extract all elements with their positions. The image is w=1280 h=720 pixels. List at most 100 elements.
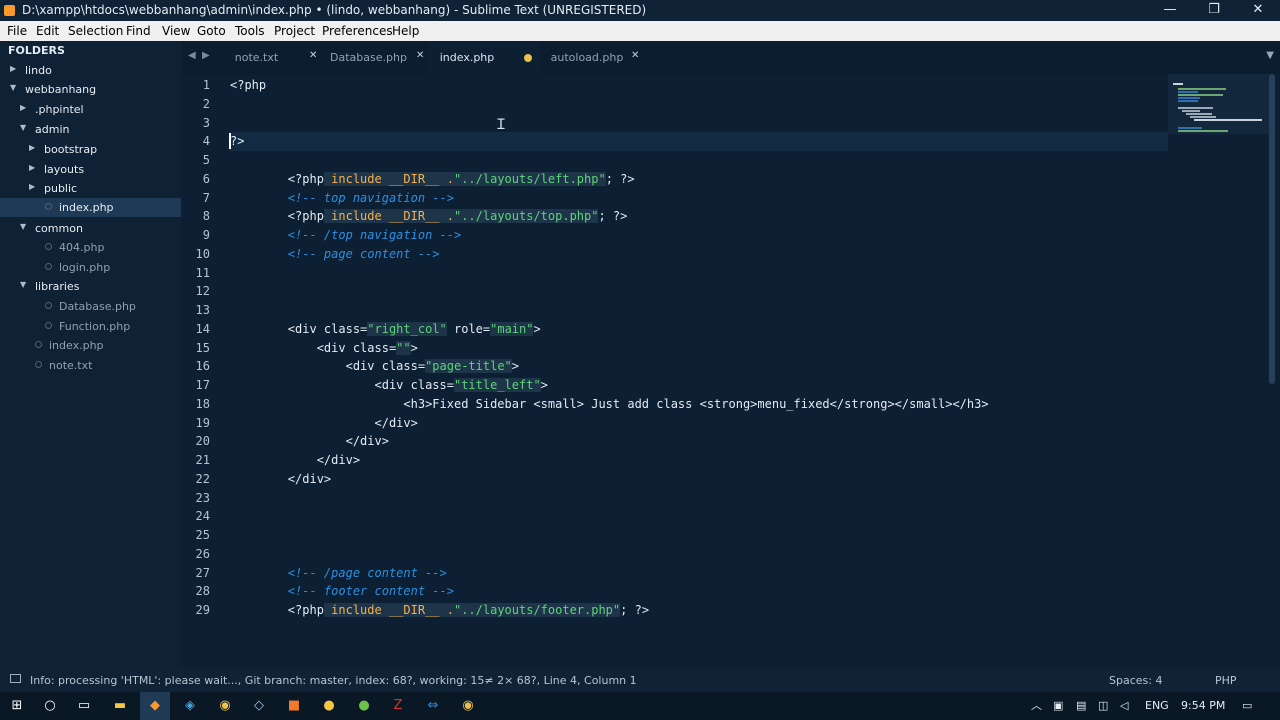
- tree-file-admin-index[interactable]: index.php: [0, 198, 181, 217]
- tab-database-php[interactable]: Database.php ✕: [322, 41, 429, 74]
- tree-folder-public[interactable]: ▶ public: [0, 179, 181, 198]
- tree-folder-admin[interactable]: ▼ admin: [0, 120, 181, 139]
- code-line[interactable]: 20 </div>: [181, 432, 1181, 451]
- task-view-icon[interactable]: ▭: [69, 692, 99, 720]
- menu-view[interactable]: View: [162, 24, 190, 38]
- expanded-arrow-icon[interactable]: ▼: [20, 222, 26, 231]
- app-icon[interactable]: ■: [279, 692, 309, 720]
- clock-time[interactable]: 9:54 PM: [1181, 692, 1225, 720]
- code-line[interactable]: 18 <h3>Fixed Sidebar <small> Just add cl…: [181, 395, 1181, 414]
- tree-file-root-index[interactable]: index.php: [0, 336, 181, 355]
- minimize-button[interactable]: —: [1148, 0, 1192, 21]
- indentation-setting[interactable]: Spaces: 4: [1109, 674, 1162, 687]
- code-line[interactable]: 11: [181, 264, 1181, 283]
- close-icon[interactable]: ✕: [416, 50, 424, 61]
- code-line[interactable]: 1 <?php: [181, 76, 1181, 95]
- expanded-arrow-icon[interactable]: ▼: [10, 83, 16, 92]
- tree-file-database[interactable]: Database.php: [0, 297, 181, 316]
- sublime-text-icon[interactable]: ◆: [140, 692, 170, 720]
- volume-icon[interactable]: ◁: [1120, 692, 1128, 720]
- menu-edit[interactable]: Edit: [36, 24, 59, 38]
- chrome-icon[interactable]: ◉: [453, 692, 483, 720]
- menu-selection[interactable]: Selection: [68, 24, 123, 38]
- tree-file-404[interactable]: 404.php: [0, 238, 181, 257]
- tree-file-login[interactable]: login.php: [0, 258, 181, 277]
- search-circle-icon[interactable]: ○: [35, 692, 65, 720]
- tray-app-icon[interactable]: ▣: [1053, 692, 1063, 720]
- code-line[interactable]: 21 </div>: [181, 451, 1181, 470]
- code-line[interactable]: 16 <div class="page-title">: [181, 357, 1181, 376]
- code-line[interactable]: 4 ?>: [181, 132, 1181, 151]
- code-line[interactable]: 17 <div class="title_left">: [181, 376, 1181, 395]
- code-line[interactable]: 2: [181, 95, 1181, 114]
- menu-file[interactable]: File: [7, 24, 27, 38]
- collapsed-arrow-icon[interactable]: ▶: [29, 182, 35, 191]
- collapsed-arrow-icon[interactable]: ▶: [29, 143, 35, 152]
- menu-preferences[interactable]: Preferences: [322, 24, 393, 38]
- tab-autoload-php[interactable]: autoload.php ✕: [539, 41, 646, 74]
- tab-list-dropdown-icon[interactable]: ▼: [1266, 50, 1274, 61]
- tree-folder-webbanhang[interactable]: ▼ webbanhang: [0, 80, 181, 99]
- tree-folder-layouts[interactable]: ▶ layouts: [0, 160, 181, 179]
- tree-folder-libraries[interactable]: ▼ libraries: [0, 277, 181, 296]
- tree-folder-common[interactable]: ▼ common: [0, 219, 181, 238]
- tab-prev-icon[interactable]: ◀: [188, 50, 196, 61]
- code-line[interactable]: 9 <!-- /top navigation -->: [181, 226, 1181, 245]
- code-line[interactable]: 7 <!-- top navigation -->: [181, 189, 1181, 208]
- action-center-icon[interactable]: ▭: [1242, 692, 1252, 720]
- teamviewer-icon[interactable]: ⇔: [418, 692, 448, 720]
- code-line[interactable]: 19 </div>: [181, 414, 1181, 433]
- minimap[interactable]: [1168, 74, 1269, 134]
- code-line[interactable]: 22 </div>: [181, 470, 1181, 489]
- app-icon[interactable]: ●: [314, 692, 344, 720]
- menu-help[interactable]: Help: [392, 24, 419, 38]
- unsaved-dot-icon[interactable]: [524, 54, 532, 62]
- code-line[interactable]: 12: [181, 282, 1181, 301]
- input-language[interactable]: ENG: [1145, 692, 1169, 720]
- windows-start-icon[interactable]: ⊞: [2, 692, 32, 720]
- code-line[interactable]: 23: [181, 489, 1181, 508]
- collapsed-arrow-icon[interactable]: ▶: [20, 103, 26, 112]
- collapsed-arrow-icon[interactable]: ▶: [29, 163, 35, 172]
- menu-project[interactable]: Project: [274, 24, 315, 38]
- app-icon[interactable]: ◇: [244, 692, 274, 720]
- code-line[interactable]: 28 <!-- footer content -->: [181, 582, 1181, 601]
- close-icon[interactable]: ✕: [631, 50, 639, 61]
- code-line[interactable]: 6 <?php include __DIR__ ."../layouts/lef…: [181, 170, 1181, 189]
- expanded-arrow-icon[interactable]: ▼: [20, 123, 26, 132]
- tab-index-php[interactable]: index.php: [429, 41, 539, 74]
- tree-folder-lindo[interactable]: ▶ lindo: [0, 61, 181, 80]
- file-explorer-icon[interactable]: ▬: [105, 692, 135, 720]
- code-line[interactable]: 3: [181, 114, 1181, 133]
- chrome-icon[interactable]: ◉: [210, 692, 240, 720]
- tree-folder-bootstrap[interactable]: ▶ bootstrap: [0, 140, 181, 159]
- code-line[interactable]: 14 <div class="right_col" role="main">: [181, 320, 1181, 339]
- syntax-setting[interactable]: PHP: [1215, 674, 1237, 687]
- code-line[interactable]: 25: [181, 526, 1181, 545]
- tray-expand-icon[interactable]: ︿: [1031, 692, 1042, 720]
- menu-tools[interactable]: Tools: [235, 24, 265, 38]
- code-line[interactable]: 24: [181, 507, 1181, 526]
- vertical-scrollbar[interactable]: [1269, 74, 1275, 384]
- code-editor[interactable]: 1 <?php 2 3 4 ?> 5 6 <?php include __DIR__ ."..…: [181, 74, 1280, 668]
- code-line[interactable]: 15 <div class="">: [181, 339, 1181, 358]
- close-icon[interactable]: ✕: [309, 50, 317, 61]
- collapsed-arrow-icon[interactable]: ▶: [10, 64, 16, 73]
- tray-app-icon[interactable]: ▤: [1076, 692, 1086, 720]
- panel-toggle-icon[interactable]: [10, 674, 21, 683]
- code-line[interactable]: 29 <?php include __DIR__ ."../layouts/fo…: [181, 601, 1181, 620]
- tray-app-icon[interactable]: ◫: [1098, 692, 1108, 720]
- tree-file-note[interactable]: note.txt: [0, 356, 181, 375]
- code-line[interactable]: 10 <!-- page content -->: [181, 245, 1181, 264]
- expanded-arrow-icon[interactable]: ▼: [20, 280, 26, 289]
- menu-goto[interactable]: Goto: [197, 24, 226, 38]
- menu-find[interactable]: Find: [126, 24, 151, 38]
- code-line[interactable]: 8 <?php include __DIR__ ."../layouts/top…: [181, 207, 1181, 226]
- app-icon[interactable]: ●: [349, 692, 379, 720]
- tree-folder-phpintel[interactable]: ▶ .phpintel: [0, 100, 181, 119]
- app-icon[interactable]: ◈: [175, 692, 205, 720]
- code-line[interactable]: 13: [181, 301, 1181, 320]
- tree-file-function[interactable]: Function.php: [0, 317, 181, 336]
- code-line[interactable]: 27 <!-- /page content -->: [181, 564, 1181, 583]
- tab-next-icon[interactable]: ▶: [202, 50, 210, 61]
